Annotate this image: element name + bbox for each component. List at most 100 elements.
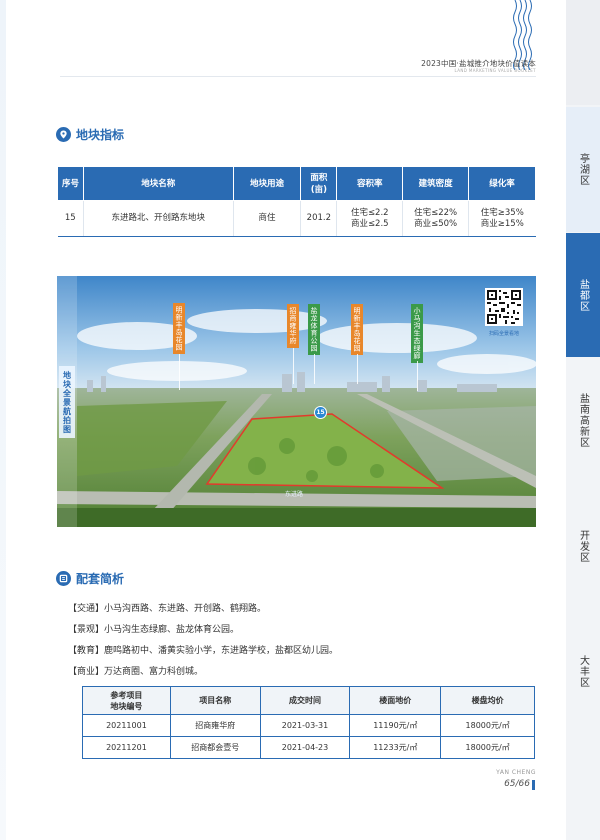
facility-key: 【景观】 — [68, 625, 105, 635]
tag-leader-line — [314, 354, 315, 384]
facility-item: 【教育】鹿鸣路初中、潘黄实验小学，东进路学校，盐都区幼儿园。 — [68, 643, 338, 656]
header-cell: 面积 (亩) — [300, 166, 338, 201]
tab-label: 盐南高新区 — [577, 393, 589, 448]
tab-tinghu[interactable]: 亭湖区 — [566, 107, 600, 232]
tag-leader-line — [179, 354, 180, 390]
tab-label: 开发区 — [577, 529, 589, 563]
facilities-heading: 配套简析 — [56, 570, 124, 587]
qr-code-icon[interactable] — [485, 288, 523, 326]
indicators-heading: 地块指标 — [56, 126, 124, 143]
header-cell: 楼盘均价 — [440, 686, 535, 715]
section-title: 地块指标 — [76, 128, 125, 142]
qr-caption: 扫码全景看地 — [488, 331, 519, 337]
cell-name: 东进路北、开创路东地块 — [82, 200, 234, 237]
side-tab-spacer — [566, 0, 600, 105]
cell-density: 住宅≤22% 商业≤50% — [402, 200, 469, 237]
header-cell: 楼面地价 — [349, 686, 442, 715]
side-label-text: 地块全景航拍图 — [62, 370, 72, 434]
table-cell: 11233元/㎡ — [349, 736, 442, 759]
table-row: 20211001 招商雍华府 2021-03-31 11190元/㎡ 18000… — [82, 714, 535, 737]
table-cell: 20211001 — [82, 714, 171, 737]
green-commercial: 商业≥15% — [480, 218, 524, 229]
table-row: 15 东进路北、开创路东地块 商住 201.2 住宅≤2.2 商业≤2.5 住宅≤… — [57, 200, 536, 237]
table-header-row: 序号 地块名称 地块用途 面积 (亩) 容积率 建筑密度 绿化率 — [57, 166, 536, 201]
section-title: 配套简析 — [76, 572, 125, 586]
tab-label: 亭湖区 — [577, 153, 589, 186]
tab-label: 大丰区 — [577, 655, 589, 688]
tab-label: 盐都区 — [577, 278, 589, 312]
page-number: 65/66 — [504, 779, 530, 789]
tab-kaifa[interactable]: 开发区 — [566, 484, 600, 608]
tab-dafeng[interactable]: 大丰区 — [566, 609, 600, 734]
table-cell: 招商都会壹号 — [169, 736, 261, 759]
tab-yannan[interactable]: 盐南高新区 — [566, 358, 600, 483]
header-cell: 地块用途 — [232, 166, 302, 201]
page-left-accent — [0, 0, 6, 840]
reference-table: 参考项目 地块编号 项目名称 成交时间 楼面地价 楼盘均价 20211001 招… — [82, 686, 535, 759]
map-tag: 招商雍华府 — [287, 304, 299, 348]
map-tag-text: 盐龙体育公园 — [310, 307, 318, 352]
table-cell: 18000元/㎡ — [440, 736, 535, 759]
location-pin-icon — [56, 127, 71, 142]
header-cell: 成交时间 — [259, 686, 351, 715]
district-tabs: 亭湖区 盐都区 盐南高新区 开发区 大丰区 — [566, 0, 600, 840]
qr-pattern — [487, 290, 521, 324]
header-cell: 参考项目 地块编号 — [82, 686, 171, 715]
facility-text: 小马沟生态绿廊、盐龙体育公园。 — [104, 625, 240, 635]
cell-no: 15 — [57, 200, 84, 237]
tag-leader-line — [357, 354, 358, 384]
cell-green: 住宅≥35% 商业≥15% — [468, 200, 536, 237]
table-cell: 2021-03-31 — [259, 714, 351, 737]
cell-area: 201.2 — [300, 200, 337, 237]
parcel-pin-icon: 15 — [314, 406, 327, 419]
map-tag-text: 明新丰岛花园 — [175, 306, 183, 351]
map-tag: 明新丰岛花园 — [351, 304, 363, 355]
indicators-table: 序号 地块名称 地块用途 面积 (亩) 容积率 建筑密度 绿化率 15 东进路北… — [57, 166, 536, 237]
facility-key: 【交通】 — [68, 604, 105, 614]
facility-text: 万达商圈、富力科创城。 — [104, 667, 204, 677]
header-cell: 地块名称 — [82, 166, 234, 201]
aerial-photo: 地块全景航拍图 明新丰岛花园 招商雍华府 盐龙体育公园 明新丰岛花园 小马沟生态… — [57, 276, 536, 527]
table-header-row: 参考项目 地块编号 项目名称 成交时间 楼面地价 楼盘均价 — [82, 686, 535, 715]
far-commercial: 商业≤2.5 — [350, 218, 389, 229]
facility-text: 小马沟西路、东进路、开创路、鹤翔路。 — [104, 604, 267, 614]
map-tag-text: 明新丰岛花园 — [353, 307, 361, 352]
table-cell: 11190元/㎡ — [349, 714, 442, 737]
road-label: 东进路 — [285, 491, 304, 498]
photo-side-label: 地块全景航拍图 — [59, 366, 75, 438]
far-residential: 住宅≤2.2 — [350, 207, 389, 218]
facility-item: 【交通】小马沟西路、东进路、开创路、鹤翔路。 — [68, 601, 266, 614]
density-commercial: 商业≤50% — [414, 218, 458, 229]
cell-far: 住宅≤2.2 商业≤2.5 — [336, 200, 403, 237]
page-marker — [532, 780, 535, 790]
header-cell: 序号 — [57, 166, 84, 201]
density-residential: 住宅≤22% — [414, 207, 458, 218]
book-icon — [56, 571, 71, 586]
table-cell: 招商雍华府 — [169, 714, 261, 737]
map-tag: 盐龙体育公园 — [308, 304, 320, 355]
table-cell: 2021-04-23 — [259, 736, 351, 759]
header-divider — [60, 76, 536, 77]
table-cell: 20211201 — [82, 736, 171, 759]
table-row: 20211201 招商都会壹号 2021-04-23 11233元/㎡ 1800… — [82, 736, 535, 759]
facility-item: 【景观】小马沟生态绿廊、盐龙体育公园。 — [68, 622, 239, 635]
map-tag: 明新丰岛花园 — [173, 303, 185, 354]
tag-leader-line — [293, 348, 294, 384]
header-cell: 建筑密度 — [402, 166, 470, 201]
facility-item: 【商业】万达商圈、富力科创城。 — [68, 664, 203, 677]
map-tag-text: 小马沟生态绿廊 — [413, 307, 421, 360]
facility-key: 【商业】 — [68, 667, 105, 677]
tag-leader-line — [417, 361, 418, 391]
map-tag-text: 招商雍华府 — [289, 307, 297, 345]
footer-brand: YAN CHENG — [496, 769, 536, 776]
map-tag: 小马沟生态绿廊 — [411, 304, 423, 363]
facility-text: 鹿鸣路初中、潘黄实验小学，东进路学校，盐都区幼儿园。 — [104, 646, 339, 656]
green-residential: 住宅≥35% — [480, 207, 524, 218]
header-cell: 项目名称 — [169, 686, 261, 715]
tab-yandu[interactable]: 盐都区 — [566, 233, 600, 357]
cell-use: 商住 — [232, 200, 301, 237]
header-cell: 绿化率 — [468, 166, 536, 201]
facility-key: 【教育】 — [68, 646, 105, 656]
booklet-subtitle: LAND MARKETING VALUE BOOKLET — [454, 68, 536, 73]
table-cell: 18000元/㎡ — [440, 714, 535, 737]
